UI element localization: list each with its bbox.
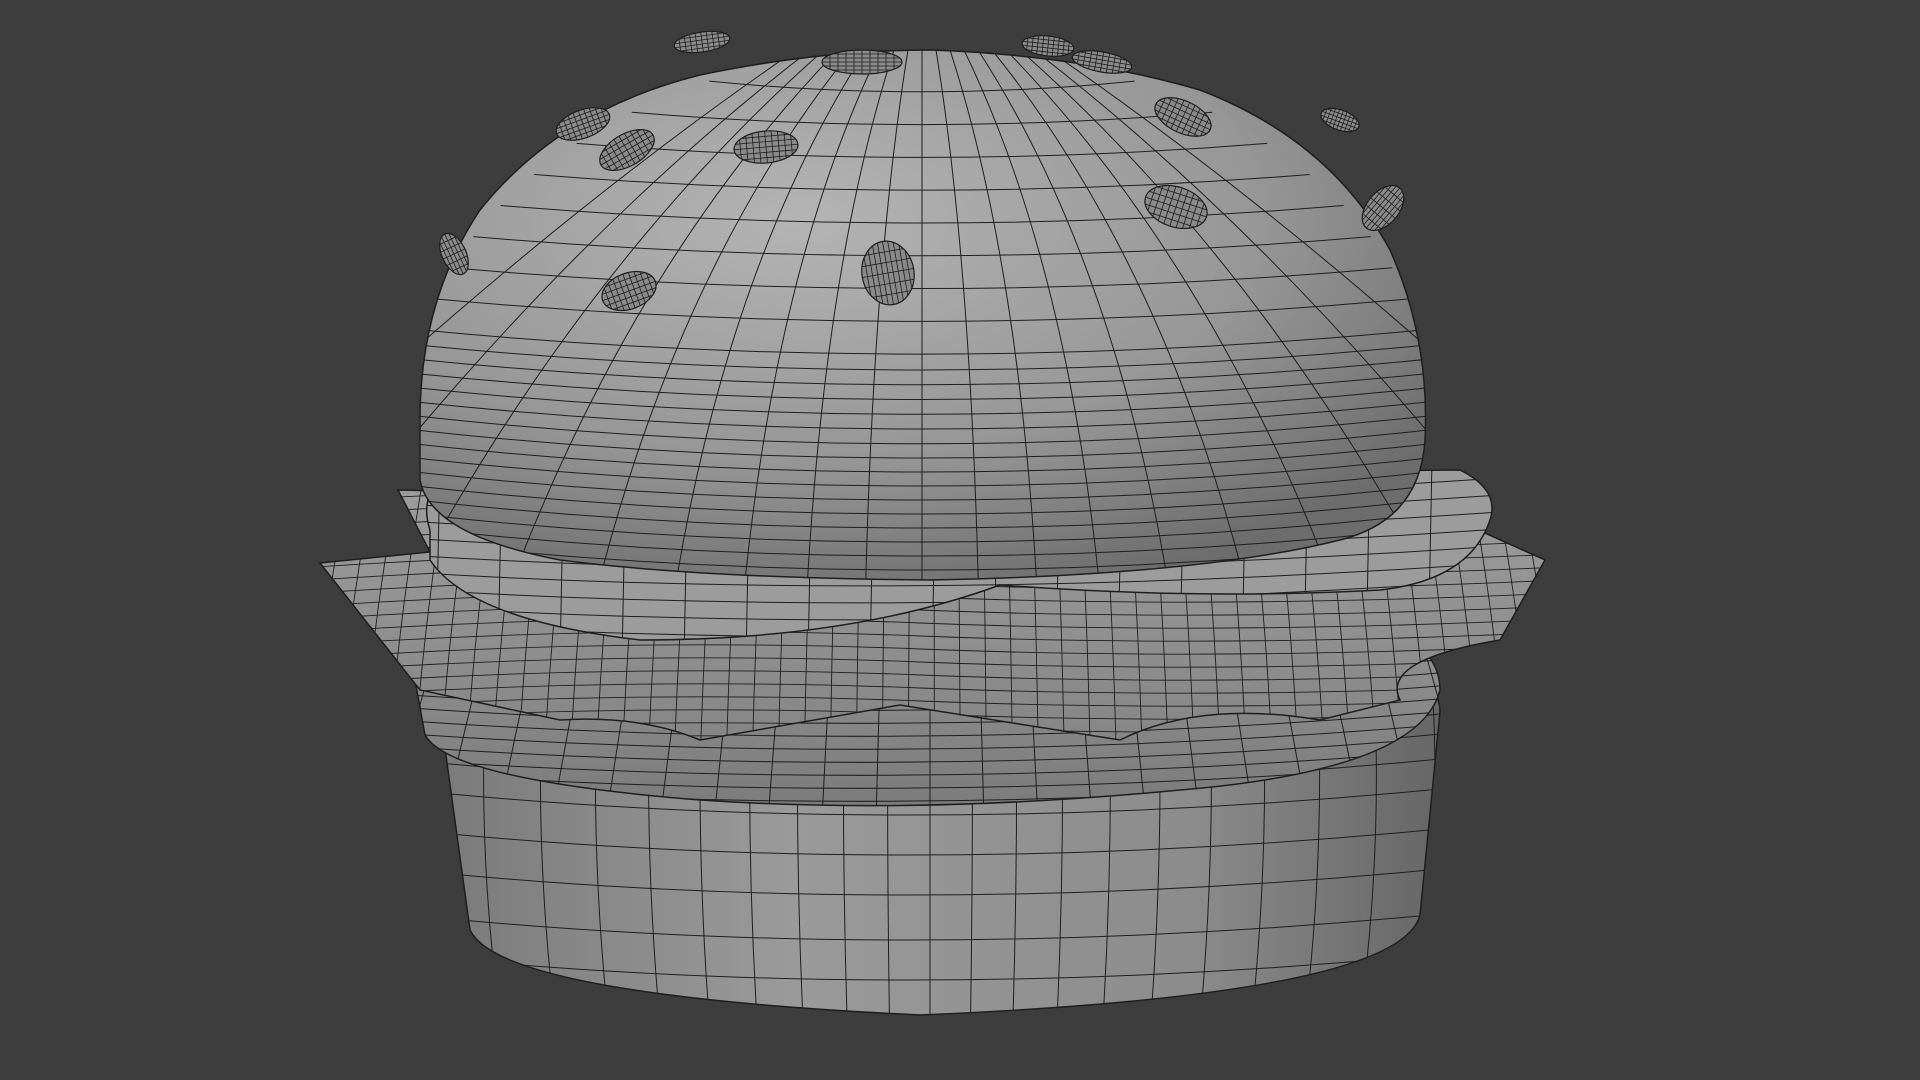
sesame-seed [1317, 103, 1363, 137]
sesame-seed [1021, 33, 1075, 59]
sesame-seed [821, 49, 903, 75]
burger-model[interactable] [0, 0, 1920, 1080]
sesame-seed [672, 28, 732, 56]
3d-viewport[interactable] [0, 0, 1920, 1080]
